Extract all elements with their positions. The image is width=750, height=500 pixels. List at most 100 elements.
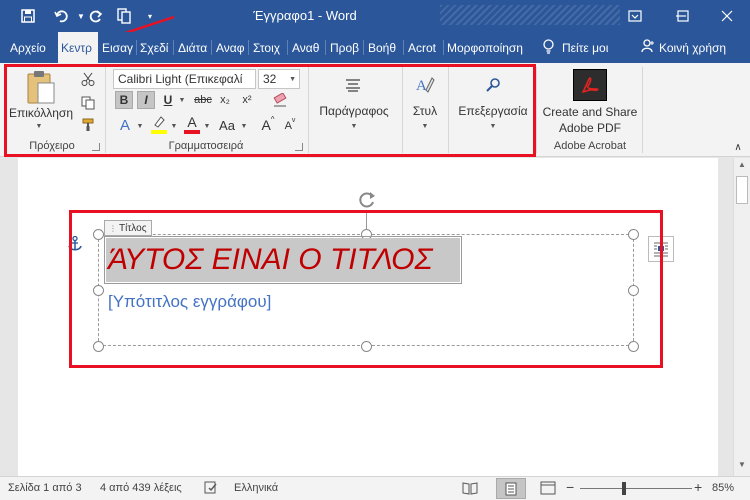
font-color-label: A <box>187 113 197 130</box>
format-painter-icon[interactable] <box>78 115 98 135</box>
share-label: Κοινή χρήση <box>659 40 727 55</box>
document-subtitle-placeholder[interactable]: [Υπότιτλος εγγράφου] <box>108 292 271 312</box>
proofing-icon[interactable] <box>204 481 218 497</box>
create-pdf-line1[interactable]: Create and Share <box>540 105 640 119</box>
print-layout-icon[interactable] <box>496 478 526 499</box>
bold-button[interactable]: B <box>115 91 133 109</box>
tab-format[interactable]: Μορφοποίηση <box>444 32 530 63</box>
clipboard-dialog-launcher-icon[interactable] <box>92 143 100 151</box>
resize-handle[interactable] <box>93 229 104 240</box>
ribbon-display-options-icon[interactable] <box>612 0 658 32</box>
tab-design[interactable]: Σχεδί <box>137 32 173 63</box>
superscript-button[interactable]: x² <box>238 91 256 109</box>
font-name-dropdown[interactable]: Calibri Light (Επικεφαλί <box>113 69 256 89</box>
page-count[interactable]: Σελίδα 1 από 3 <box>8 482 82 494</box>
chevron-down-icon: ▼ <box>289 76 296 83</box>
change-case-dropdown-icon[interactable]: ▼ <box>240 121 248 131</box>
font-group-label: Γραμματοσειρά <box>168 140 244 152</box>
vertical-scrollbar[interactable]: ▲ ▼ <box>733 158 750 476</box>
status-bar: Σελίδα 1 από 3 4 από 439 λέξεις Ελληνικά… <box>0 476 750 500</box>
drag-handle-icon: ⋮ <box>109 223 117 233</box>
resize-handle[interactable] <box>93 285 104 296</box>
rotate-handle-icon[interactable] <box>357 190 377 210</box>
tab-acrobat[interactable]: Acrot <box>405 32 443 63</box>
clear-formatting-icon[interactable] <box>270 91 290 109</box>
tab-references[interactable]: Αναφ <box>213 32 248 63</box>
cut-icon[interactable] <box>78 69 98 89</box>
styles-dropdown-icon[interactable]: ▼ <box>420 121 430 131</box>
word-count[interactable]: 4 από 439 λέξεις <box>100 482 182 494</box>
underline-dropdown-icon[interactable]: ▼ <box>178 95 186 105</box>
text-effects-dropdown-icon[interactable]: ▼ <box>136 121 144 131</box>
shrink-font-button[interactable]: Av <box>282 117 298 135</box>
grow-font-button[interactable]: A ^ <box>260 115 276 135</box>
tab-review[interactable]: Αναθ <box>289 32 325 63</box>
read-mode-icon[interactable] <box>462 481 478 498</box>
ribbon-tabs: Αρχείο Κεντρ Εισαγ Σχεδί Διάτα Αναφ Στοι… <box>0 32 750 63</box>
scroll-up-icon[interactable]: ▲ <box>736 160 748 172</box>
scrollbar-thumb[interactable] <box>736 176 748 204</box>
resize-handle[interactable] <box>93 341 104 352</box>
collapse-ribbon-icon[interactable]: ∧ <box>730 141 746 153</box>
layout-options-icon[interactable] <box>648 236 674 262</box>
find-magnifier-icon[interactable] <box>478 71 508 99</box>
create-pdf-line2[interactable]: Adobe PDF <box>540 121 640 135</box>
strikethrough-button[interactable]: abc <box>192 91 214 109</box>
font-dialog-launcher-icon[interactable] <box>295 143 303 151</box>
tell-me-search[interactable]: Πείτε μοι <box>540 32 624 63</box>
close-icon[interactable] <box>704 0 750 32</box>
resize-handle[interactable] <box>628 341 639 352</box>
paste-dropdown-icon[interactable]: ▼ <box>34 121 44 131</box>
tab-home[interactable]: Κεντρ <box>58 32 98 63</box>
web-layout-icon[interactable] <box>540 481 556 498</box>
shrink-font-label: A <box>284 120 292 132</box>
highlight-dropdown-icon[interactable]: ▼ <box>170 121 178 131</box>
acrobat-group-label: Adobe Acrobat <box>553 140 627 152</box>
zoom-in-button[interactable]: + <box>694 479 702 495</box>
styles-icon[interactable]: A <box>410 71 440 99</box>
zoom-slider[interactable] <box>580 488 692 489</box>
resize-handle[interactable] <box>628 285 639 296</box>
resize-handle[interactable] <box>628 229 639 240</box>
paragraph-dropdown-icon[interactable]: ▼ <box>349 121 359 131</box>
svg-text:A: A <box>416 78 427 94</box>
resize-handle[interactable] <box>361 341 372 352</box>
paste-icon[interactable] <box>12 67 68 107</box>
editing-button[interactable]: Επεξεργασία <box>452 103 534 119</box>
maximize-icon[interactable] <box>660 0 706 32</box>
subscript-button[interactable]: x₂ <box>216 91 234 109</box>
document-area: ⋮ Τίτλος ΆΥΤΟΣ ΕΙΝΑΙ Ο ΤΙΤΛΟΣ [Υπότιτλος… <box>0 158 733 476</box>
paste-label[interactable]: Επικόλληση <box>8 105 74 121</box>
paragraph-icon[interactable] <box>338 71 368 99</box>
share-button[interactable]: Κοινή χρήση <box>638 32 748 63</box>
text-effects-icon[interactable]: A <box>116 115 134 135</box>
tab-file[interactable]: Αρχείο <box>7 32 57 63</box>
highlight-icon[interactable] <box>150 113 168 135</box>
paragraph-button[interactable]: Παράγραφος <box>310 103 398 119</box>
tab-mailings[interactable]: Στοιχ <box>250 32 287 63</box>
copy-icon[interactable] <box>78 93 98 113</box>
styles-button[interactable]: Στυλ <box>404 103 446 119</box>
font-size-dropdown[interactable]: 32 ▼ <box>258 69 300 89</box>
lightbulb-icon <box>543 38 554 57</box>
zoom-level[interactable]: 85% <box>712 482 734 494</box>
scroll-down-icon[interactable]: ▼ <box>736 460 748 472</box>
underline-button[interactable]: U <box>159 91 177 109</box>
italic-button[interactable]: I <box>137 91 155 109</box>
document-page[interactable]: ⋮ Τίτλος ΆΥΤΟΣ ΕΙΝΑΙ Ο ΤΙΤΛΟΣ [Υπότιτλος… <box>18 158 718 476</box>
change-case-button[interactable]: Aa <box>216 115 238 135</box>
zoom-out-button[interactable]: − <box>566 479 574 495</box>
document-title-text[interactable]: ΆΥΤΟΣ ΕΙΝΑΙ Ο ΤΙΤΛΟΣ <box>106 238 460 282</box>
tab-layout[interactable]: Διάτα <box>175 32 211 63</box>
adobe-pdf-icon[interactable] <box>573 69 607 101</box>
tab-view[interactable]: Προβ <box>327 32 363 63</box>
tab-insert[interactable]: Εισαγ <box>99 32 136 63</box>
font-color-button[interactable]: A <box>183 113 201 135</box>
language-indicator[interactable]: Ελληνικά <box>234 482 278 494</box>
ribbon: Επικόλληση ▼ Πρόχειρο Calibri Light (Επι… <box>0 63 750 157</box>
tab-help[interactable]: Βοήθ <box>365 32 403 63</box>
editing-dropdown-icon[interactable]: ▼ <box>488 121 498 131</box>
zoom-slider-thumb[interactable] <box>622 482 626 495</box>
font-color-dropdown-icon[interactable]: ▼ <box>203 121 211 131</box>
content-control-tag[interactable]: ⋮ Τίτλος <box>104 220 152 236</box>
